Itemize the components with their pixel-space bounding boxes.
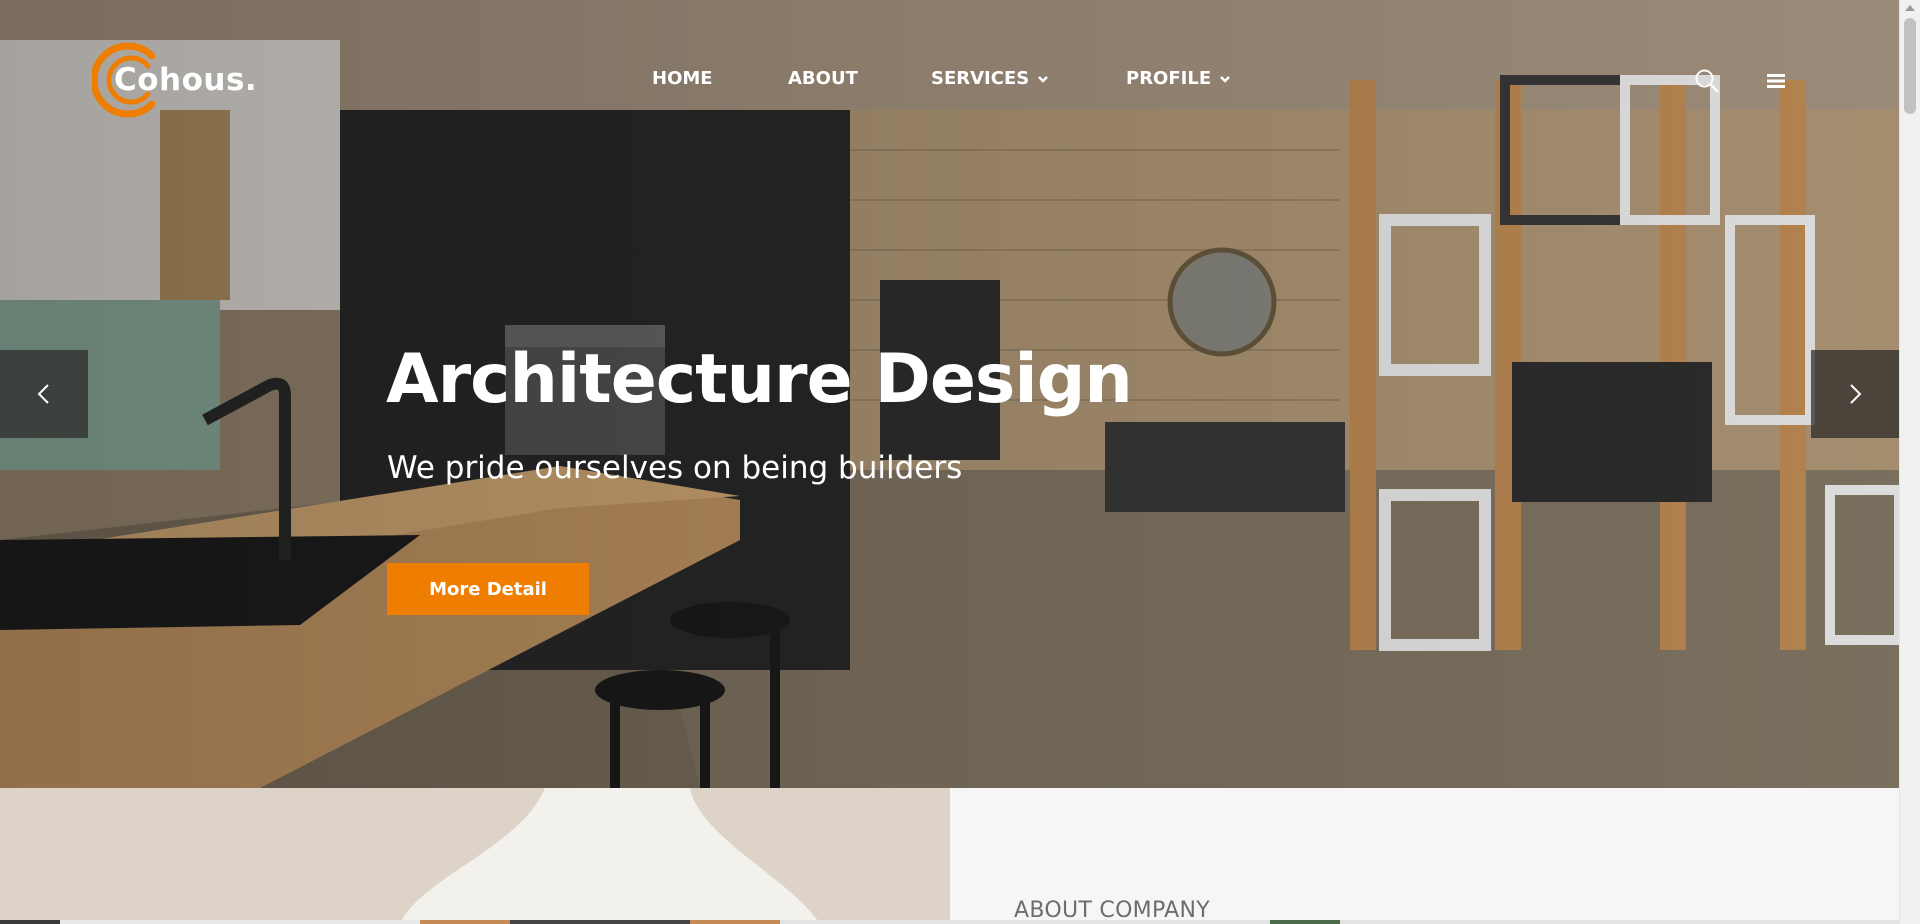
brand-logo[interactable]: Cohous. bbox=[92, 42, 272, 118]
slide-title: Architecture Design bbox=[386, 340, 1133, 419]
chevron-down-icon bbox=[1038, 75, 1049, 83]
hamburger-menu-icon bbox=[1767, 74, 1785, 88]
menu-button[interactable] bbox=[1765, 72, 1787, 90]
scrollbar-thumb[interactable] bbox=[1904, 18, 1916, 114]
more-detail-button[interactable]: More Detail bbox=[387, 563, 589, 615]
nav-item-about[interactable]: ABOUT bbox=[788, 68, 858, 89]
slider-next-button[interactable] bbox=[1811, 350, 1899, 438]
nav-item-label: HOME bbox=[652, 68, 713, 89]
nav-item-label: ABOUT bbox=[788, 68, 858, 89]
nav-item-home[interactable]: HOME bbox=[652, 68, 713, 89]
nav-item-label: SERVICES bbox=[931, 68, 1030, 89]
brand-name: Cohous. bbox=[114, 62, 258, 98]
search-button[interactable] bbox=[1694, 68, 1720, 94]
scroll-up-arrow-icon[interactable] bbox=[1905, 5, 1915, 11]
slider-prev-button[interactable] bbox=[0, 350, 88, 438]
chevron-left-icon bbox=[37, 384, 49, 404]
nav-item-profile[interactable]: PROFILE bbox=[1126, 68, 1231, 89]
nav-item-label: PROFILE bbox=[1126, 68, 1212, 89]
bottom-color-strip bbox=[0, 920, 1899, 924]
about-section: ABOUT COMPANY bbox=[950, 788, 1899, 924]
chevron-right-icon bbox=[1850, 384, 1862, 404]
search-icon bbox=[1695, 69, 1719, 93]
hero-slider: Cohous. HOME ABOUT SERVICES PROFILE Arch… bbox=[0, 0, 1899, 788]
nav-item-services[interactable]: SERVICES bbox=[931, 68, 1049, 89]
vase-image bbox=[0, 788, 950, 924]
page-scrollbar[interactable] bbox=[1899, 0, 1920, 924]
slide-subtitle: We pride ourselves on being builders bbox=[387, 450, 963, 486]
chevron-down-icon bbox=[1220, 75, 1230, 83]
about-image bbox=[0, 788, 950, 924]
